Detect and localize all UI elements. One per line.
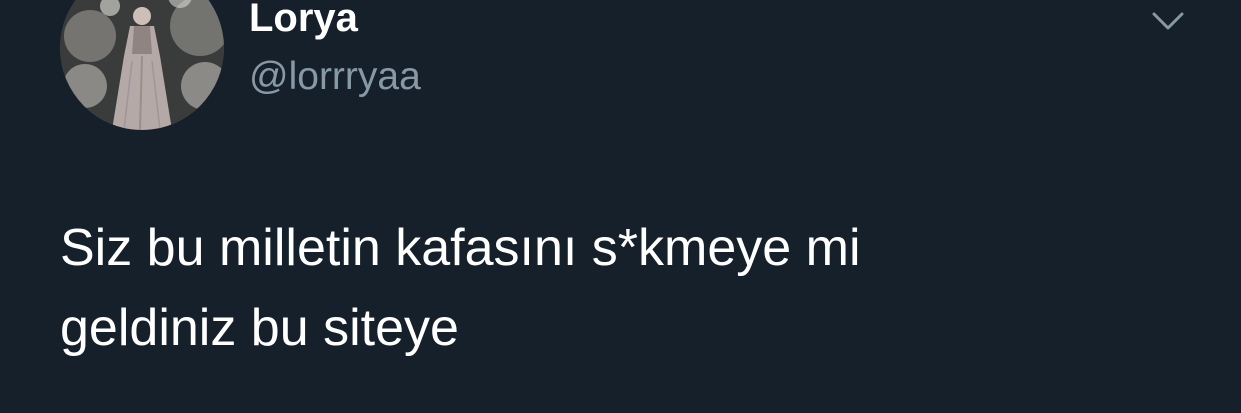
chevron-down-icon: [1152, 12, 1184, 30]
tweet-card: Lorya @lorrryaa Siz bu milletin kafasını…: [0, 0, 1241, 413]
tweet-text: Siz bu milletin kafasını s*kmeye mi geld…: [60, 208, 1180, 368]
author-handle[interactable]: @lorrryaa: [249, 54, 421, 100]
tweet-text-line: geldiniz bu siteye: [60, 299, 459, 357]
author-display-name[interactable]: Lorya: [249, 0, 358, 42]
tweet-menu-button[interactable]: [1148, 6, 1188, 36]
tweet-text-line: Siz bu milletin kafasını s*kmeye mi: [60, 219, 861, 277]
avatar[interactable]: [60, 0, 224, 130]
avatar-photo: [60, 0, 224, 130]
